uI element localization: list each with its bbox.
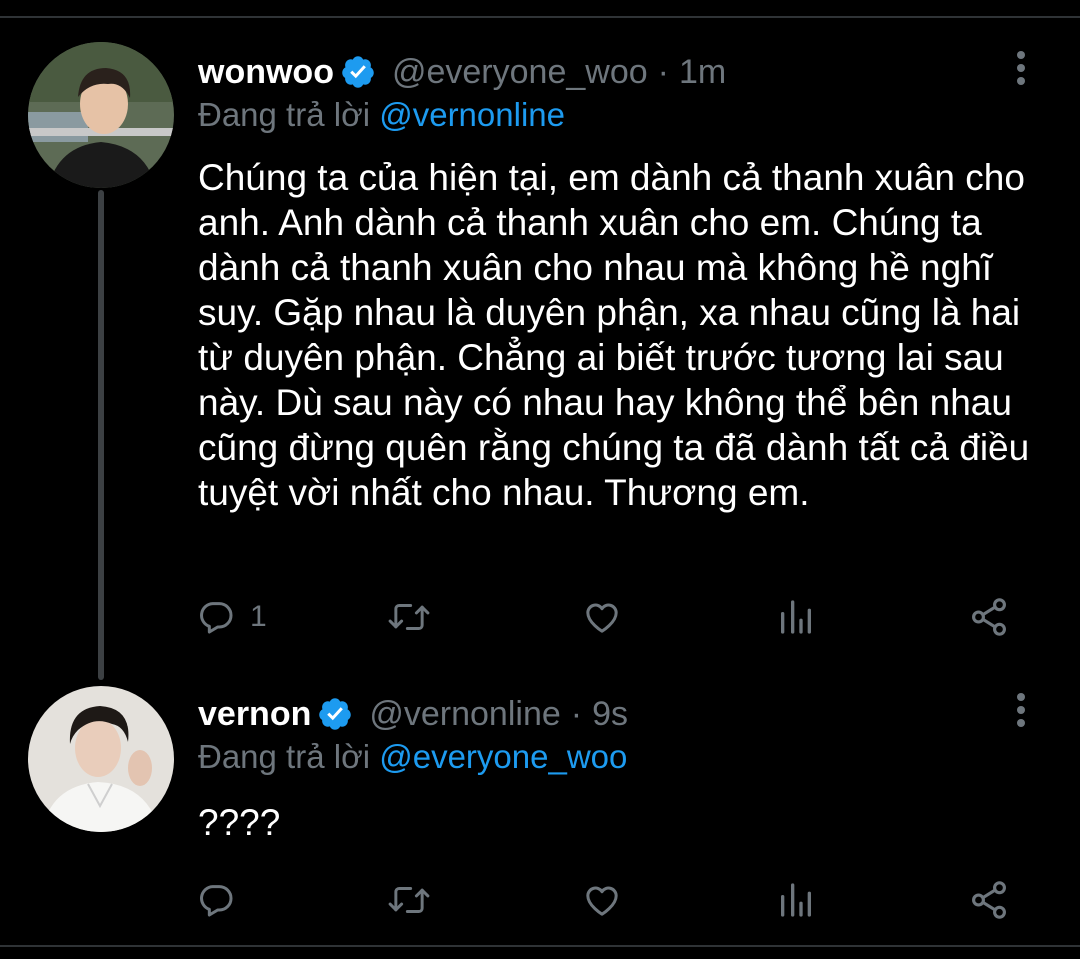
reply-icon [196,597,236,637]
retweet-button[interactable] [386,875,432,925]
retweet-icon [386,880,432,920]
avatar[interactable] [28,686,174,832]
share-icon [968,596,1010,638]
heart-icon [581,597,623,637]
tweet-text: Chúng ta của hiện tại, em dành cả thanh … [198,157,1030,513]
replying-to-label: Đang trả lời [198,738,371,775]
share-icon [968,879,1010,921]
display-name[interactable]: vernon [198,695,311,734]
share-button[interactable] [968,875,1010,925]
user-handle[interactable]: @vernonline [369,695,560,734]
replying-to: Đang trả lời @everyone_woo [198,738,627,776]
reply-icon [196,880,236,920]
tweet-text: ???? [198,802,281,843]
timestamp[interactable]: 1m [679,53,726,92]
replying-to: Đang trả lời @vernonline [198,96,565,134]
tweet-actions: 1 [196,592,1026,642]
replying-to-label: Đang trả lời [198,96,371,133]
tweet-actions [196,875,1026,925]
display-name[interactable]: wonwoo [198,53,334,92]
user-handle[interactable]: @everyone_woo [392,53,648,92]
avatar[interactable] [28,42,174,188]
retweet-icon [386,597,432,637]
heart-icon [581,880,623,920]
like-button[interactable] [581,875,623,925]
tweet-vernon[interactable]: vernon @vernonline · 9s Đang trả lời @ev… [0,660,1080,945]
tweet-header: vernon @vernonline · 9s [198,692,628,736]
share-button[interactable] [968,592,1010,642]
reply-button[interactable]: 1 [196,592,267,642]
bottom-divider [0,945,1080,947]
verified-badge-icon [340,54,376,90]
tweet-header: wonwoo @everyone_woo · 1m [198,50,726,94]
more-options-icon[interactable] [1010,690,1032,730]
like-button[interactable] [581,592,623,642]
replying-to-handle[interactable]: @vernonline [379,96,565,133]
timestamp[interactable]: 9s [592,695,628,734]
reply-button[interactable] [196,875,236,925]
time-separator: · [570,694,583,733]
time-separator: · [657,52,669,91]
analytics-button[interactable] [776,875,816,925]
retweet-button[interactable] [386,592,432,642]
replying-to-handle[interactable]: @everyone_woo [379,738,627,775]
analytics-button[interactable] [776,592,816,642]
tweet-wonwoo[interactable]: wonwoo @everyone_woo · 1m Đang trả lời @… [0,0,1080,660]
verified-badge-icon [317,696,353,732]
analytics-icon [776,880,816,920]
more-options-icon[interactable] [1010,48,1032,88]
analytics-icon [776,597,816,637]
reply-count: 1 [250,600,267,633]
